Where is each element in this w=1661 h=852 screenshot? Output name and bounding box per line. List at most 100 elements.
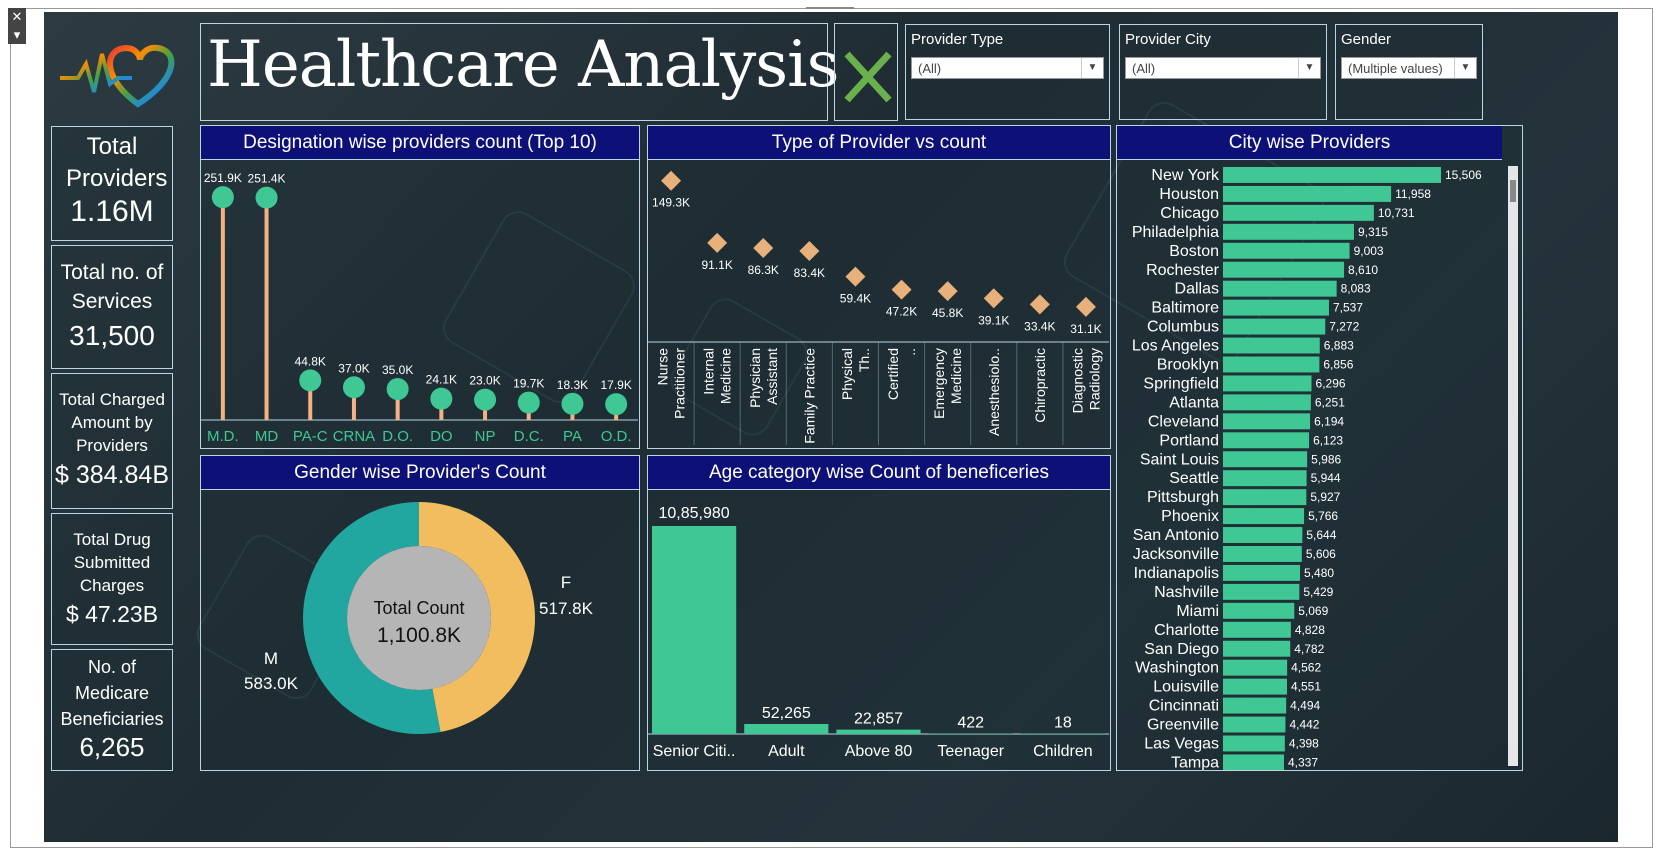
city-chart-panel: City wise Providers New York 15,506 Housto… [1116,125,1523,771]
x-tick-label: M.D. [207,428,239,445]
slice-label: 583.0K [244,674,299,693]
y-tick-label: Los Angeles [1132,338,1219,355]
x-tick-label: Nurse [655,348,671,386]
x-tick-label: CRNA [333,428,376,445]
bar [1223,470,1307,487]
bar [1223,280,1337,297]
y-tick-label: Phoenix [1161,508,1219,525]
chart-title: City wise Providers [1117,126,1502,160]
data-label: 91.1K [701,258,732,272]
x-tick-label-group: Anesthesiolo.. [986,348,1002,436]
x-tick-label: O.D. [601,428,632,445]
kpi-drug-charges: Total Drug Submitted Charges $ 47.23B [51,513,173,645]
slice-name: F [561,573,571,592]
x-tick-label-group: Nurse Practitioner [655,348,688,419]
window-controls[interactable]: ✕ ▾ [8,8,26,44]
kpi-medicare-beneficiaries: No. of Medicare Beneficiaries 6,265 [51,649,173,771]
data-label: 4,782 [1294,642,1324,656]
x-tick-label: Assistant [764,348,780,405]
clear-filters-button[interactable] [834,23,898,121]
data-label: 149.3K [652,196,690,210]
y-tick-label: Louisville [1153,679,1219,696]
scrollbar[interactable] [1508,166,1518,766]
scatter-point [1029,294,1050,315]
data-label: 5,429 [1303,585,1333,599]
bar [1223,716,1286,733]
data-label: 422 [957,715,984,732]
x-tick-label: PA [563,428,582,445]
kpi-label: No. of Medicare Beneficiaries [60,657,164,729]
bar [1223,678,1287,695]
slice-label: 517.8K [539,599,594,618]
x-tick-label: Anesthesiolo.. [986,348,1002,436]
scatter-point [845,266,866,287]
bar [1223,527,1303,543]
scatter-point [937,281,958,302]
chart-title: Gender wise Provider's Count [201,456,639,490]
data-label: 4,562 [1291,661,1321,675]
lollipop-head [299,369,322,392]
bar [1223,602,1295,619]
x-tick-label: Diagnostic [1069,348,1085,413]
lollipop-head [386,378,409,401]
scatter-point [891,279,912,300]
chevron-down-icon[interactable]: ▼ [1298,58,1320,78]
close-icon[interactable]: ✕ [8,8,26,26]
scatter-point [707,232,728,253]
data-label: 9,315 [1358,225,1388,239]
y-tick-label: Cincinnati [1149,698,1219,715]
dashboard: Healthcare Analysis Provider Type (All) ▼… [44,12,1618,842]
data-label: 31.1K [1070,322,1101,336]
kpi-label: Total no. of Services [60,261,164,313]
y-tick-label: Baltimore [1151,300,1219,317]
provider-type-dropdown[interactable]: (All) ▼ [911,57,1104,79]
kpi-label: Total Charged Amount by Providers [59,390,165,455]
x-tick-label-group: Certified.. [885,348,918,400]
scrollbar-thumb[interactable] [1510,180,1516,202]
x-tick-label: Physical [839,348,855,400]
y-tick-label: Chicago [1160,205,1219,222]
y-tick-label: Charlotte [1154,622,1219,639]
x-tick-label: D.C. [514,428,544,445]
x-tick-label: MD [255,428,278,445]
chevron-down-icon[interactable]: ▼ [1081,58,1103,78]
y-tick-label: Philadelphia [1132,224,1219,241]
kpi-total-services: Total no. of Services 31,500 [51,245,173,369]
provider-city-filter: Provider City (All) ▼ [1119,24,1327,120]
dropdown-value: (Multiple values) [1348,61,1443,76]
bar [1223,735,1285,752]
gender-dropdown[interactable]: (Multiple values) ▼ [1341,57,1477,79]
data-label: 24.1K [426,373,457,387]
lollipop-head [211,186,234,209]
x-tick-label-group: Family Practice [801,348,817,444]
x-tick-label: Medicine [948,348,964,404]
provider-city-dropdown[interactable]: (All) ▼ [1125,57,1321,79]
x-tick-label-group: Physical Th.. [839,348,872,400]
x-tick-label-group: Diagnostic Radiology [1069,348,1102,413]
chart-title: Designation wise providers count (Top 10… [201,126,639,160]
data-label: 83.4K [794,266,825,280]
data-label: 10,731 [1378,206,1415,220]
x-tick-label: NP [475,428,496,445]
data-label: 5,944 [1311,471,1341,485]
chevron-down-icon[interactable]: ▾ [8,26,26,44]
provider-type-filter: Provider Type (All) ▼ [905,24,1110,120]
x-tick-label-group: Physician Assistant [747,348,780,408]
y-tick-label: Nashville [1154,584,1219,601]
data-label: 47.2K [886,305,917,319]
x-tick-label: Chiropractic [1032,348,1048,423]
x-tick-label: Radiology [1086,348,1102,410]
data-label: 52,265 [762,705,811,722]
data-label: 22,857 [854,711,903,728]
data-label: 11,958 [1395,187,1431,201]
data-label: 18.3K [557,378,588,392]
bar [1223,204,1374,221]
center-label: Total Count [373,598,464,618]
bar [1223,356,1320,373]
data-label: 6,856 [1323,358,1353,372]
x-tick-label: Medicine [718,348,734,404]
scatter-point [661,170,682,191]
chevron-down-icon[interactable]: ▼ [1454,58,1476,78]
y-tick-label: Seattle [1169,470,1219,487]
bar [1223,167,1441,183]
